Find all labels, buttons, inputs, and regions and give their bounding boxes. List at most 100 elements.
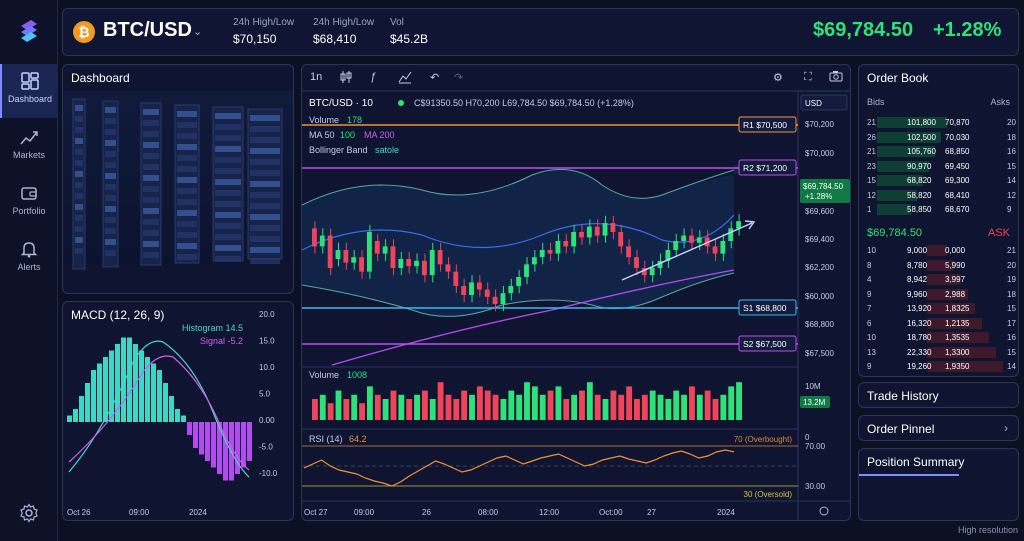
candle-body [547,250,553,254]
main-chart-panel: 1n ƒ ↶ ↷ ⚙ ⛶ BTC/USD · 10 C$91350.50 H70… [301,64,851,521]
rack-unit [143,252,159,258]
order-book-cell: 1,3300 [945,347,970,357]
rack-unit [215,201,241,207]
order-book-cell: 20 [1007,118,1016,127]
nav-label: Portfolio [12,206,46,216]
rack-unit [250,137,280,143]
depth-bar [927,245,947,256]
reset-view-icon[interactable] [819,506,829,516]
bid-row[interactable]: 12 58,820 68,410 12 [867,189,1017,202]
order-book-cell: 1,3535 [945,333,970,342]
time-axis-tick: 27 [647,508,656,517]
ask-row[interactable]: 6 16,320 1,2135 17 [867,317,1017,330]
bid-row[interactable]: 26 102,500 70,030 18 [867,131,1017,144]
macd-bar [175,409,180,422]
macd-bar [169,396,174,422]
rack-unit [105,151,116,157]
candle-body [469,282,474,295]
rack-unit [143,131,159,137]
level-label: S2 $67,500 [743,339,787,349]
macd-bar [97,363,102,422]
nav-item-alerts[interactable]: Alerts [0,232,58,286]
ask-row[interactable]: 4 8,942 3,997 19 [867,274,1017,286]
candle-body [359,257,364,272]
volume-bar [626,386,633,420]
ask-row[interactable]: 8 8,780 5,990 20 [867,259,1017,272]
rack-unit [75,226,83,232]
rack-unit [143,120,159,126]
rack-unit [75,105,83,111]
candle-body [508,286,514,294]
rack-unit [105,118,116,124]
macd-bar [79,396,84,422]
bid-row[interactable]: 15 68,820 69,300 14 [867,175,1017,187]
volume-bar [571,394,578,420]
macd-x-tick: 09:00 [129,508,150,517]
candle-body [414,260,419,267]
bid-row[interactable]: 23 90,970 69,450 15 [867,160,1017,173]
pair-selector[interactable]: BTC/USD [103,19,192,42]
rack-unit [105,162,116,168]
volume-bar [492,394,499,420]
order-book-cell: 68,820 [907,176,932,185]
nav-item-portfolio[interactable]: Portfolio [0,176,58,230]
order-book-cell: 9,000 [907,246,928,255]
ask-row[interactable]: 10 18,780 1,3535 16 [867,332,1017,344]
ask-row[interactable]: 9 19,260 1,9350 14 [867,361,1017,373]
candle-body [594,226,600,236]
bid-row[interactable]: 21 105,760 68,850 16 [867,146,1017,158]
price-axis-tick: $67,500 [805,349,834,358]
volume-bar [500,399,507,420]
rack-unit [177,188,197,194]
rack-unit [215,223,241,229]
candle-body [476,282,482,290]
bid-row[interactable]: 21 101,800 70,870 20 [867,117,1017,129]
volume-value: 1008 [347,370,367,380]
candle-body [681,235,687,241]
volume-bar [728,386,735,420]
volume-bar [563,399,570,420]
volume-bar [602,399,609,420]
chevron-down-icon[interactable]: ⌄ [193,25,202,38]
macd-y-axis: 20.0 15.0 10.0 5.0 0.00 -5.0 -10.0 [259,310,278,478]
rack-unit [105,239,116,245]
position-summary-panel[interactable]: Position Summary [858,448,1019,521]
nav-item-dashboard[interactable]: Dashboard [0,64,58,118]
ask-row[interactable]: 7 13,920 1,8325 15 [867,303,1017,315]
macd-bar [211,422,216,468]
rack-unit [250,170,280,176]
nav-label: Dashboard [7,94,53,104]
bid-row[interactable]: 1 58,850 68,670 9 [867,204,1017,216]
order-book-cell: 105,760 [907,147,936,156]
legend-bollinger-value: satole [375,145,399,155]
rack-unit [143,109,159,115]
ask-row[interactable]: 13 22,330 1,3300 15 [867,346,1017,359]
ask-row[interactable]: 10 9,000 0,000 21 [867,245,1017,257]
macd-y-tick: 15.0 [259,337,275,346]
resolution-label: High resolution [957,525,1018,535]
ask-row[interactable]: 9 9,960 2,988 18 [867,288,1017,301]
volume-bars [312,382,742,420]
order-panel-button[interactable]: Order Pinnel › [858,415,1019,441]
order-book-cell: 17 [1007,318,1016,328]
settings-gear-icon[interactable] [19,503,39,523]
candle-body [524,264,529,277]
volume-bar [461,390,468,420]
bids-header: Bids [867,97,885,107]
time-axis-tick: Oct:00 [599,508,623,517]
dashboard-panel: Dashboard [62,64,294,294]
macd-y-tick: 20.0 [259,310,275,319]
rack-unit [75,116,83,122]
macd-bar [199,422,204,455]
rack-unit [75,215,83,221]
rack-unit [250,236,280,242]
macd-bar [127,337,132,422]
macd-bar [241,422,246,468]
nav-item-markets[interactable]: Markets [0,120,58,174]
rsi-value: 64.2 [349,434,367,444]
trade-history-button[interactable]: Trade History [858,382,1019,408]
order-book-cell: 16 [1007,333,1016,342]
price-axis-tick: $70,000 [805,149,834,158]
order-book-cell: 8,942 [907,275,928,284]
volume-bar [382,399,389,420]
